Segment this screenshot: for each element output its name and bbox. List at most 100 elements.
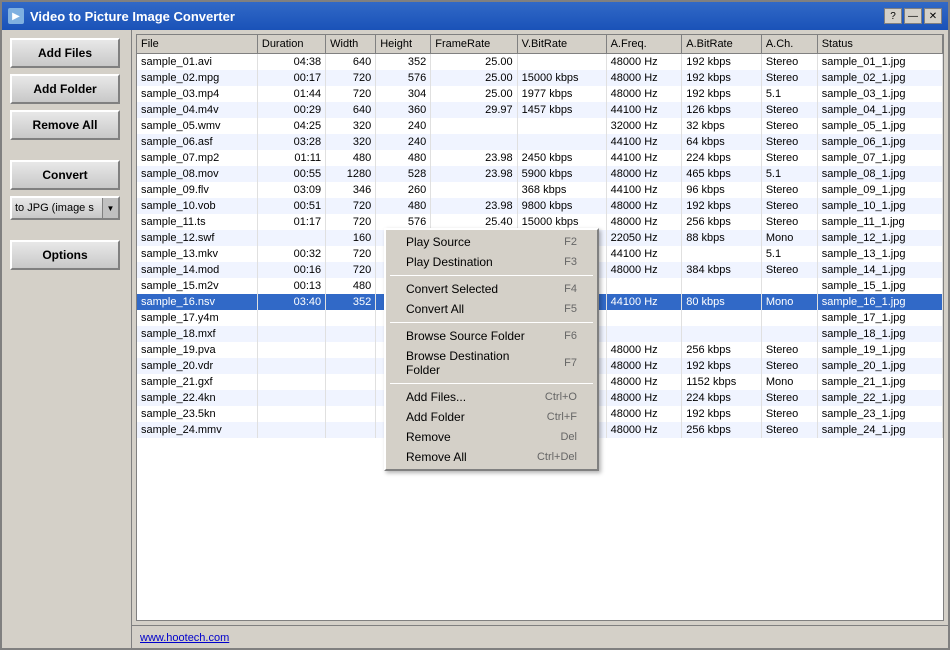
table-cell: 720 [326,198,376,214]
table-cell: 480 [326,278,376,294]
table-cell: 48000 Hz [606,86,682,102]
context-menu-item-label: Convert All [406,302,464,316]
table-cell: sample_23.5kn [137,406,257,422]
close-button[interactable]: ✕ [924,8,942,24]
table-cell: 03:40 [257,294,325,310]
table-cell: Mono [761,294,817,310]
table-cell [606,310,682,326]
table-row[interactable]: sample_05.wmv04:2532024032000 Hz32 kbpsS… [137,118,943,134]
main-window: ▶ Video to Picture Image Converter ? — ✕… [0,0,950,650]
table-cell: sample_05.wmv [137,118,257,134]
table-cell [257,326,325,342]
context-menu-item[interactable]: Play Destination F3 [386,252,597,272]
table-row[interactable]: sample_04.m4v00:2964036029.971457 kbps44… [137,102,943,118]
table-cell: Stereo [761,118,817,134]
add-files-button[interactable]: Add Files [10,38,120,68]
table-cell: 640 [326,54,376,71]
table-cell: Stereo [761,406,817,422]
format-select[interactable]: to JPG (image s ▼ [10,196,120,220]
table-cell: 29.97 [431,102,517,118]
table-cell: sample_02_1.jpg [817,70,942,86]
table-cell: 360 [376,102,431,118]
table-cell: 03:09 [257,182,325,198]
table-cell: sample_03.mp4 [137,86,257,102]
context-menu-item[interactable]: Browse Destination FolderF7 [386,346,597,380]
table-row[interactable]: sample_06.asf03:2832024044100 Hz64 kbpsS… [137,134,943,150]
table-cell [606,278,682,294]
table-cell: 304 [376,86,431,102]
remove-all-button[interactable]: Remove All [10,110,120,140]
table-cell: 640 [326,102,376,118]
table-cell: 192 kbps [682,406,762,422]
table-cell: 5.1 [761,246,817,262]
table-row[interactable]: sample_09.flv03:09346260368 kbps44100 Hz… [137,182,943,198]
table-cell: 192 kbps [682,358,762,374]
table-cell [257,406,325,422]
convert-button[interactable]: Convert [10,160,120,190]
context-menu-item-label: Browse Destination Folder [406,349,544,377]
table-cell: sample_08_1.jpg [817,166,942,182]
minimize-button[interactable]: — [904,8,922,24]
table-cell: 465 kbps [682,166,762,182]
website-link[interactable]: www.hootech.com [140,632,229,644]
table-row[interactable]: sample_01.avi04:3864035225.0048000 Hz192… [137,54,943,71]
table-cell: Stereo [761,70,817,86]
table-cell: 480 [376,150,431,166]
table-cell [326,390,376,406]
table-cell: 352 [326,294,376,310]
help-button[interactable]: ? [884,8,902,24]
context-menu-item[interactable]: Add FolderCtrl+F [386,407,597,427]
table-cell: sample_09_1.jpg [817,182,942,198]
table-cell: 44100 Hz [606,246,682,262]
context-menu-item[interactable]: RemoveDel [386,427,597,447]
table-cell: 240 [376,134,431,150]
table-cell: 15000 kbps [517,70,606,86]
table-row[interactable]: sample_08.mov00:55128052823.985900 kbps4… [137,166,943,182]
table-cell: 720 [326,262,376,278]
table-cell [326,342,376,358]
table-cell: 384 kbps [682,262,762,278]
options-button[interactable]: Options [10,240,120,270]
table-row[interactable]: sample_03.mp401:4472030425.001977 kbps48… [137,86,943,102]
table-cell: 192 kbps [682,54,762,71]
table-cell: 48000 Hz [606,374,682,390]
table-cell [257,342,325,358]
table-cell: 480 [376,198,431,214]
context-menu-item-label: Play Destination [406,255,493,269]
context-menu-item[interactable]: Play SourceF2 [386,232,597,252]
format-arrow-icon: ▼ [102,198,118,218]
context-menu-item-shortcut: F3 [564,256,577,268]
table-cell: 32000 Hz [606,118,682,134]
table-cell: Stereo [761,182,817,198]
table-cell: sample_04.m4v [137,102,257,118]
table-row[interactable]: sample_10.vob00:5172048023.989800 kbps48… [137,198,943,214]
context-menu-item[interactable]: Convert AllF5 [386,299,597,319]
table-cell: 1977 kbps [517,86,606,102]
table-cell: 48000 Hz [606,214,682,230]
table-cell: 00:17 [257,70,325,86]
table-cell: 1457 kbps [517,102,606,118]
table-row[interactable]: sample_07.mp201:1148048023.982450 kbps44… [137,150,943,166]
table-cell: 48000 Hz [606,342,682,358]
context-menu-item-shortcut: F4 [564,283,577,295]
table-cell: sample_03_1.jpg [817,86,942,102]
app-icon: ▶ [8,8,24,24]
table-cell [431,118,517,134]
context-menu-item[interactable]: Browse Source FolderF6 [386,326,597,346]
table-cell: 00:32 [257,246,325,262]
table-cell: sample_13.mkv [137,246,257,262]
table-row[interactable]: sample_02.mpg00:1772057625.0015000 kbps4… [137,70,943,86]
col-header-abitrate: A.BitRate [682,35,762,54]
add-folder-button[interactable]: Add Folder [10,74,120,104]
table-cell: 25.00 [431,70,517,86]
table-cell: 44100 Hz [606,182,682,198]
context-menu-item[interactable]: Add Files...Ctrl+O [386,387,597,407]
table-cell: sample_19_1.jpg [817,342,942,358]
table-cell: 48000 Hz [606,406,682,422]
context-menu-item[interactable]: Convert SelectedF4 [386,279,597,299]
table-cell: sample_10.vob [137,198,257,214]
table-cell: 368 kbps [517,182,606,198]
context-menu-item[interactable]: Remove AllCtrl+Del [386,447,597,467]
table-cell: 224 kbps [682,150,762,166]
table-cell: 23.98 [431,150,517,166]
